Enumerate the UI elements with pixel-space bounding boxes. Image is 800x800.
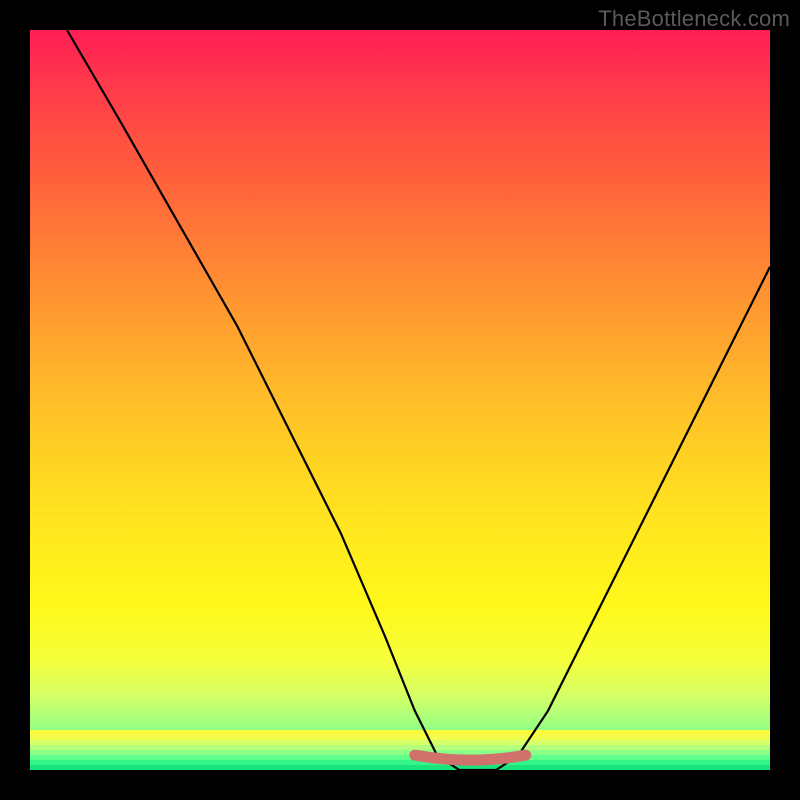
bottom-marker <box>415 755 526 760</box>
plot-area <box>30 30 770 770</box>
bottleneck-curve <box>67 30 770 770</box>
watermark-text: TheBottleneck.com <box>598 6 790 32</box>
chart-frame: TheBottleneck.com <box>0 0 800 800</box>
curve-svg <box>30 30 770 770</box>
